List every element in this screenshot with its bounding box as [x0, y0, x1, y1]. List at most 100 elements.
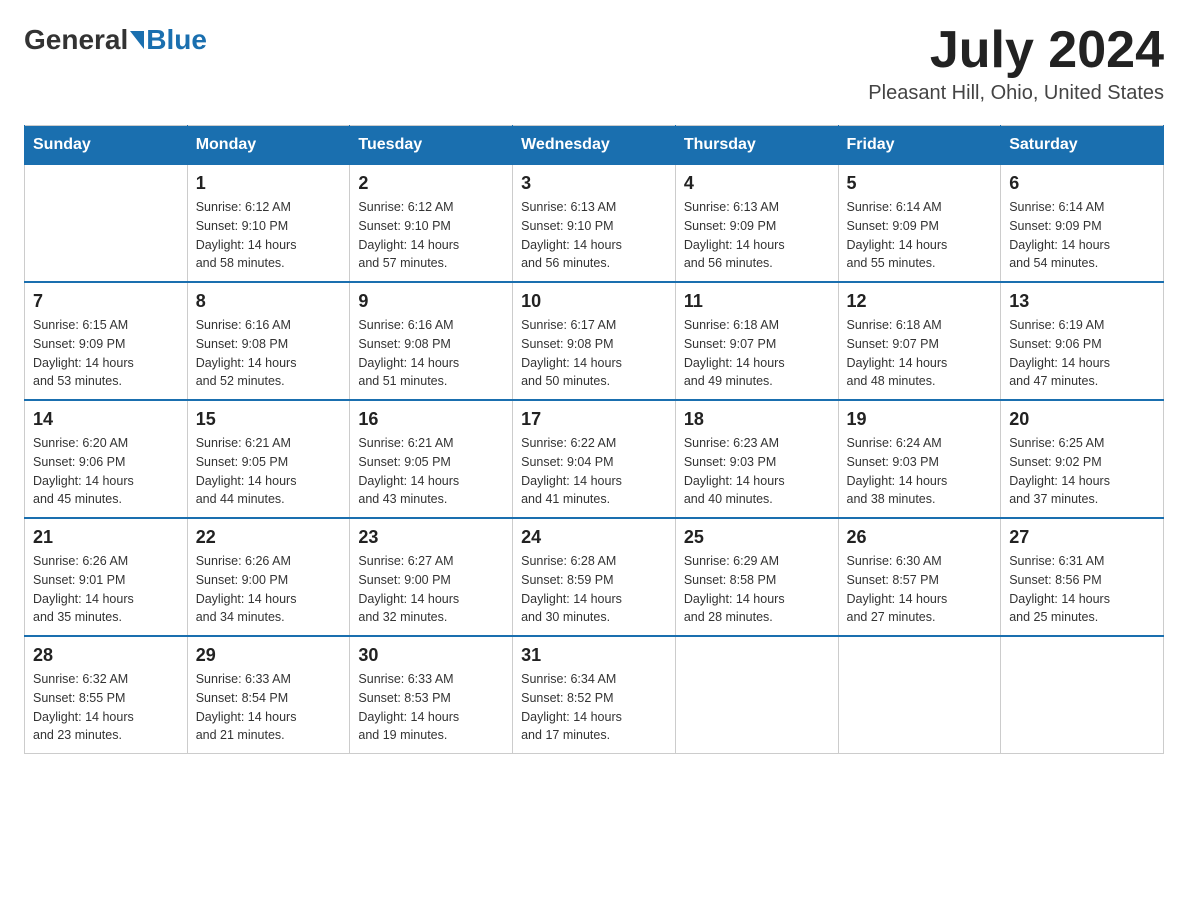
table-row: 21 Sunrise: 6:26 AM Sunset: 9:01 PM Dayli…: [25, 518, 188, 636]
table-row: [675, 636, 838, 754]
day-number: 20: [1009, 409, 1155, 430]
day-number: 22: [196, 527, 342, 548]
day-number: 23: [358, 527, 504, 548]
day-info: Sunrise: 6:24 AM Sunset: 9:03 PM Dayligh…: [847, 434, 993, 509]
day-number: 5: [847, 173, 993, 194]
calendar-week-row: 21 Sunrise: 6:26 AM Sunset: 9:01 PM Dayli…: [25, 518, 1164, 636]
header-friday: Friday: [838, 126, 1001, 165]
table-row: 16 Sunrise: 6:21 AM Sunset: 9:05 PM Dayli…: [350, 400, 513, 518]
day-number: 3: [521, 173, 667, 194]
day-info: Sunrise: 6:16 AM Sunset: 9:08 PM Dayligh…: [358, 316, 504, 391]
day-info: Sunrise: 6:18 AM Sunset: 9:07 PM Dayligh…: [847, 316, 993, 391]
day-number: 27: [1009, 527, 1155, 548]
day-number: 30: [358, 645, 504, 666]
day-info: Sunrise: 6:29 AM Sunset: 8:58 PM Dayligh…: [684, 552, 830, 627]
logo-blue-text: Blue: [146, 24, 207, 56]
table-row: 2 Sunrise: 6:12 AM Sunset: 9:10 PM Daylig…: [350, 165, 513, 283]
logo: General Blue: [24, 24, 207, 56]
table-row: 9 Sunrise: 6:16 AM Sunset: 9:08 PM Daylig…: [350, 282, 513, 400]
title-block: July 2024 Pleasant Hill, Ohio, United St…: [868, 24, 1164, 105]
table-row: 8Sunrise: 6:16 AM Sunset: 9:08 PM Daylig…: [187, 282, 350, 400]
day-number: 21: [33, 527, 179, 548]
day-info: Sunrise: 6:14 AM Sunset: 9:09 PM Dayligh…: [1009, 198, 1155, 273]
table-row: 6Sunrise: 6:14 AM Sunset: 9:09 PM Daylig…: [1001, 165, 1164, 283]
day-number: 18: [684, 409, 830, 430]
page-header: General Blue July 2024 Pleasant Hill, Oh…: [24, 24, 1164, 105]
day-info: Sunrise: 6:32 AM Sunset: 8:55 PM Dayligh…: [33, 670, 179, 745]
table-row: 4Sunrise: 6:13 AM Sunset: 9:09 PM Daylig…: [675, 165, 838, 283]
calendar-week-row: 7 Sunrise: 6:15 AM Sunset: 9:09 PM Daylig…: [25, 282, 1164, 400]
table-row: 3 Sunrise: 6:13 AM Sunset: 9:10 PM Daylig…: [513, 165, 676, 283]
header-wednesday: Wednesday: [513, 126, 676, 165]
day-info: Sunrise: 6:21 AM Sunset: 9:05 PM Dayligh…: [358, 434, 504, 509]
logo-triangle-icon: [130, 31, 144, 49]
day-number: 28: [33, 645, 179, 666]
table-row: 10 Sunrise: 6:17 AM Sunset: 9:08 PM Dayli…: [513, 282, 676, 400]
logo-general-text: General: [24, 24, 128, 56]
day-info: Sunrise: 6:22 AM Sunset: 9:04 PM Dayligh…: [521, 434, 667, 509]
day-info: Sunrise: 6:16 AM Sunset: 9:08 PM Dayligh…: [196, 316, 342, 391]
table-row: 30 Sunrise: 6:33 AM Sunset: 8:53 PM Dayli…: [350, 636, 513, 754]
day-number: 9: [358, 291, 504, 312]
day-number: 25: [684, 527, 830, 548]
day-number: 16: [358, 409, 504, 430]
table-row: 5 Sunrise: 6:14 AM Sunset: 9:09 PM Daylig…: [838, 165, 1001, 283]
calendar-week-row: 14Sunrise: 6:20 AM Sunset: 9:06 PM Dayli…: [25, 400, 1164, 518]
day-info: Sunrise: 6:13 AM Sunset: 9:09 PM Dayligh…: [684, 198, 830, 273]
table-row: 27 Sunrise: 6:31 AM Sunset: 8:56 PM Dayli…: [1001, 518, 1164, 636]
day-number: 29: [196, 645, 342, 666]
table-row: 19Sunrise: 6:24 AM Sunset: 9:03 PM Dayli…: [838, 400, 1001, 518]
day-info: Sunrise: 6:31 AM Sunset: 8:56 PM Dayligh…: [1009, 552, 1155, 627]
day-info: Sunrise: 6:26 AM Sunset: 9:01 PM Dayligh…: [33, 552, 179, 627]
day-number: 31: [521, 645, 667, 666]
day-info: Sunrise: 6:23 AM Sunset: 9:03 PM Dayligh…: [684, 434, 830, 509]
day-info: Sunrise: 6:33 AM Sunset: 8:53 PM Dayligh…: [358, 670, 504, 745]
header-monday: Monday: [187, 126, 350, 165]
day-info: Sunrise: 6:25 AM Sunset: 9:02 PM Dayligh…: [1009, 434, 1155, 509]
day-number: 11: [684, 291, 830, 312]
table-row: 25 Sunrise: 6:29 AM Sunset: 8:58 PM Dayli…: [675, 518, 838, 636]
day-number: 12: [847, 291, 993, 312]
day-info: Sunrise: 6:20 AM Sunset: 9:06 PM Dayligh…: [33, 434, 179, 509]
day-info: Sunrise: 6:13 AM Sunset: 9:10 PM Dayligh…: [521, 198, 667, 273]
table-row: 29 Sunrise: 6:33 AM Sunset: 8:54 PM Dayli…: [187, 636, 350, 754]
day-info: Sunrise: 6:15 AM Sunset: 9:09 PM Dayligh…: [33, 316, 179, 391]
table-row: 14Sunrise: 6:20 AM Sunset: 9:06 PM Dayli…: [25, 400, 188, 518]
day-info: Sunrise: 6:28 AM Sunset: 8:59 PM Dayligh…: [521, 552, 667, 627]
day-info: Sunrise: 6:14 AM Sunset: 9:09 PM Dayligh…: [847, 198, 993, 273]
day-info: Sunrise: 6:12 AM Sunset: 9:10 PM Dayligh…: [196, 198, 342, 273]
day-info: Sunrise: 6:12 AM Sunset: 9:10 PM Dayligh…: [358, 198, 504, 273]
day-info: Sunrise: 6:21 AM Sunset: 9:05 PM Dayligh…: [196, 434, 342, 509]
day-info: Sunrise: 6:27 AM Sunset: 9:00 PM Dayligh…: [358, 552, 504, 627]
calendar-week-row: 1 Sunrise: 6:12 AM Sunset: 9:10 PM Daylig…: [25, 165, 1164, 283]
table-row: 13Sunrise: 6:19 AM Sunset: 9:06 PM Dayli…: [1001, 282, 1164, 400]
table-row: 18 Sunrise: 6:23 AM Sunset: 9:03 PM Dayli…: [675, 400, 838, 518]
day-number: 26: [847, 527, 993, 548]
table-row: [25, 165, 188, 283]
table-row: [838, 636, 1001, 754]
day-info: Sunrise: 6:33 AM Sunset: 8:54 PM Dayligh…: [196, 670, 342, 745]
day-number: 1: [196, 173, 342, 194]
table-row: [1001, 636, 1164, 754]
day-number: 10: [521, 291, 667, 312]
day-number: 15: [196, 409, 342, 430]
header-sunday: Sunday: [25, 126, 188, 165]
day-info: Sunrise: 6:18 AM Sunset: 9:07 PM Dayligh…: [684, 316, 830, 391]
day-info: Sunrise: 6:26 AM Sunset: 9:00 PM Dayligh…: [196, 552, 342, 627]
header-saturday: Saturday: [1001, 126, 1164, 165]
calendar-week-row: 28 Sunrise: 6:32 AM Sunset: 8:55 PM Dayli…: [25, 636, 1164, 754]
calendar-table: Sunday Monday Tuesday Wednesday Thursday…: [24, 125, 1164, 754]
day-number: 7: [33, 291, 179, 312]
day-info: Sunrise: 6:17 AM Sunset: 9:08 PM Dayligh…: [521, 316, 667, 391]
month-title: July 2024: [868, 24, 1164, 76]
header-tuesday: Tuesday: [350, 126, 513, 165]
table-row: 24 Sunrise: 6:28 AM Sunset: 8:59 PM Dayli…: [513, 518, 676, 636]
location: Pleasant Hill, Ohio, United States: [868, 82, 1164, 105]
calendar-header-row: Sunday Monday Tuesday Wednesday Thursday…: [25, 126, 1164, 165]
table-row: 12 Sunrise: 6:18 AM Sunset: 9:07 PM Dayli…: [838, 282, 1001, 400]
header-thursday: Thursday: [675, 126, 838, 165]
day-number: 24: [521, 527, 667, 548]
table-row: 23 Sunrise: 6:27 AM Sunset: 9:00 PM Dayli…: [350, 518, 513, 636]
table-row: 31Sunrise: 6:34 AM Sunset: 8:52 PM Dayli…: [513, 636, 676, 754]
day-number: 2: [358, 173, 504, 194]
